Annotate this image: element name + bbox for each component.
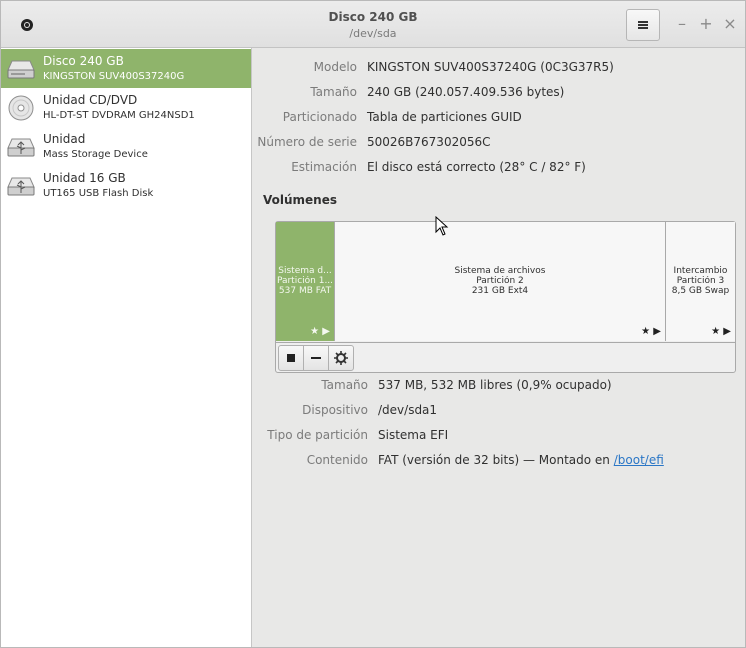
contents-label: Contenido [306, 453, 368, 467]
device-item-cd-dvd[interactable]: Unidad CD/DVD HL-DT-ST DVDRAM GH24NSD1 [1, 88, 251, 127]
partition-number-label: Partición 3 [676, 276, 725, 286]
partition-size-label: 8,5 GB Swap [671, 286, 730, 296]
device-model: HL-DT-ST DVDRAM GH24NSD1 [43, 110, 195, 121]
partition-fs-label: Sistema de archivos [454, 266, 546, 276]
partition-2-block[interactable]: Sistema de archivos Partición 2 231 GB E… [335, 222, 666, 341]
partition-1-block[interactable]: Sistema d... Partición 1... 537 MB FAT ★… [276, 222, 335, 341]
device-name: Unidad [43, 132, 86, 146]
device-item-storage-unit[interactable]: Unidad Mass Storage Device [1, 127, 251, 166]
stop-icon [287, 354, 295, 362]
partition-mount-icons: ★ ▶ [310, 326, 330, 337]
mouse-pointer-icon [435, 216, 449, 236]
optical-disc-icon [8, 95, 34, 121]
volume-toolbar [278, 345, 354, 371]
assessment-label: Estimación [291, 160, 357, 174]
partition-size-label: 231 GB Ext4 [471, 286, 529, 296]
model-value: KINGSTON SUV400S37240G (0C3G37R5) [367, 60, 614, 74]
partition-fs-label: Intercambio [673, 266, 728, 276]
partition-type-value: Sistema EFI [378, 428, 449, 442]
partition-mount-icons: ★ ▶ [641, 326, 661, 337]
maximize-icon[interactable]: + [696, 14, 716, 34]
close-icon[interactable]: × [720, 14, 740, 34]
volume-size-label: Tamaño [321, 378, 368, 392]
hard-disk-icon [7, 60, 35, 79]
device-model: KINGSTON SUV400S37240G [43, 71, 185, 82]
usb-drive-icon [7, 138, 35, 157]
device-label: Dispositivo [302, 403, 368, 417]
contents-text: FAT (versión de 32 bits) — Montado en [378, 453, 610, 467]
partition-fs-label: Sistema d... [278, 266, 332, 276]
partition-mount-icons: ★ ▶ [711, 326, 731, 337]
serial-label: Número de serie [257, 135, 357, 149]
menu-button[interactable] [626, 9, 660, 41]
model-label: Modelo [313, 60, 357, 74]
device-value: /dev/sda1 [378, 403, 438, 417]
partition-3-block[interactable]: Intercambio Partición 3 8,5 GB Swap ★ ▶ [666, 222, 735, 341]
minimize-icon[interactable]: – [672, 14, 692, 34]
contents-value: FAT (versión de 32 bits) — Montado en /b… [378, 453, 664, 467]
device-item-usb-16gb[interactable]: Unidad 16 GB UT165 USB Flash Disk [1, 166, 251, 205]
partition-number-label: Partición 1... [276, 276, 334, 286]
partition-number-label: Partición 2 [476, 276, 524, 286]
volume-size-value: 537 MB, 532 MB libres (0,9% ocupado) [378, 378, 612, 392]
size-label: Tamaño [310, 85, 357, 99]
partition-size-label: 537 MB FAT [278, 286, 332, 296]
title-bar: Disco 240 GB /dev/sda – + × [1, 1, 745, 48]
unmount-button[interactable] [278, 345, 304, 371]
device-name: Unidad CD/DVD [43, 93, 138, 107]
volume-map: Sistema d... Partición 1... 537 MB FAT ★… [275, 221, 736, 373]
partition-bar: Sistema d... Partición 1... 537 MB FAT ★… [276, 222, 735, 342]
disks-window: Disco 240 GB /dev/sda – + × Disco 240 GB… [0, 0, 746, 648]
device-name: Disco 240 GB [43, 54, 124, 68]
volumes-heading: Volúmenes [263, 193, 337, 207]
gear-icon [334, 351, 348, 365]
serial-value: 50026B767302056C [367, 135, 491, 149]
hamburger-icon [638, 21, 648, 29]
partition-type-label: Tipo de partición [267, 428, 368, 442]
device-name: Unidad 16 GB [43, 171, 126, 185]
usb-drive-icon [7, 177, 35, 196]
partitioning-value: Tabla de particiones GUID [367, 110, 522, 124]
device-model: Mass Storage Device [43, 149, 148, 160]
delete-partition-button[interactable] [303, 345, 329, 371]
device-item-disk-240gb[interactable]: Disco 240 GB KINGSTON SUV400S37240G [1, 49, 251, 88]
mount-point-link[interactable]: /boot/efi [614, 453, 664, 467]
partition-options-button[interactable] [328, 345, 354, 371]
assessment-value: El disco está correcto (28° C / 82° F) [367, 160, 586, 174]
disk-details-pane: Modelo KINGSTON SUV400S37240G (0C3G37R5)… [252, 48, 745, 647]
minus-icon [311, 357, 321, 359]
size-value: 240 GB (240.057.409.536 bytes) [367, 85, 565, 99]
device-list: Disco 240 GB KINGSTON SUV400S37240G Unid… [1, 48, 252, 647]
device-model: UT165 USB Flash Disk [43, 188, 154, 199]
partitioning-label: Particionado [282, 110, 357, 124]
